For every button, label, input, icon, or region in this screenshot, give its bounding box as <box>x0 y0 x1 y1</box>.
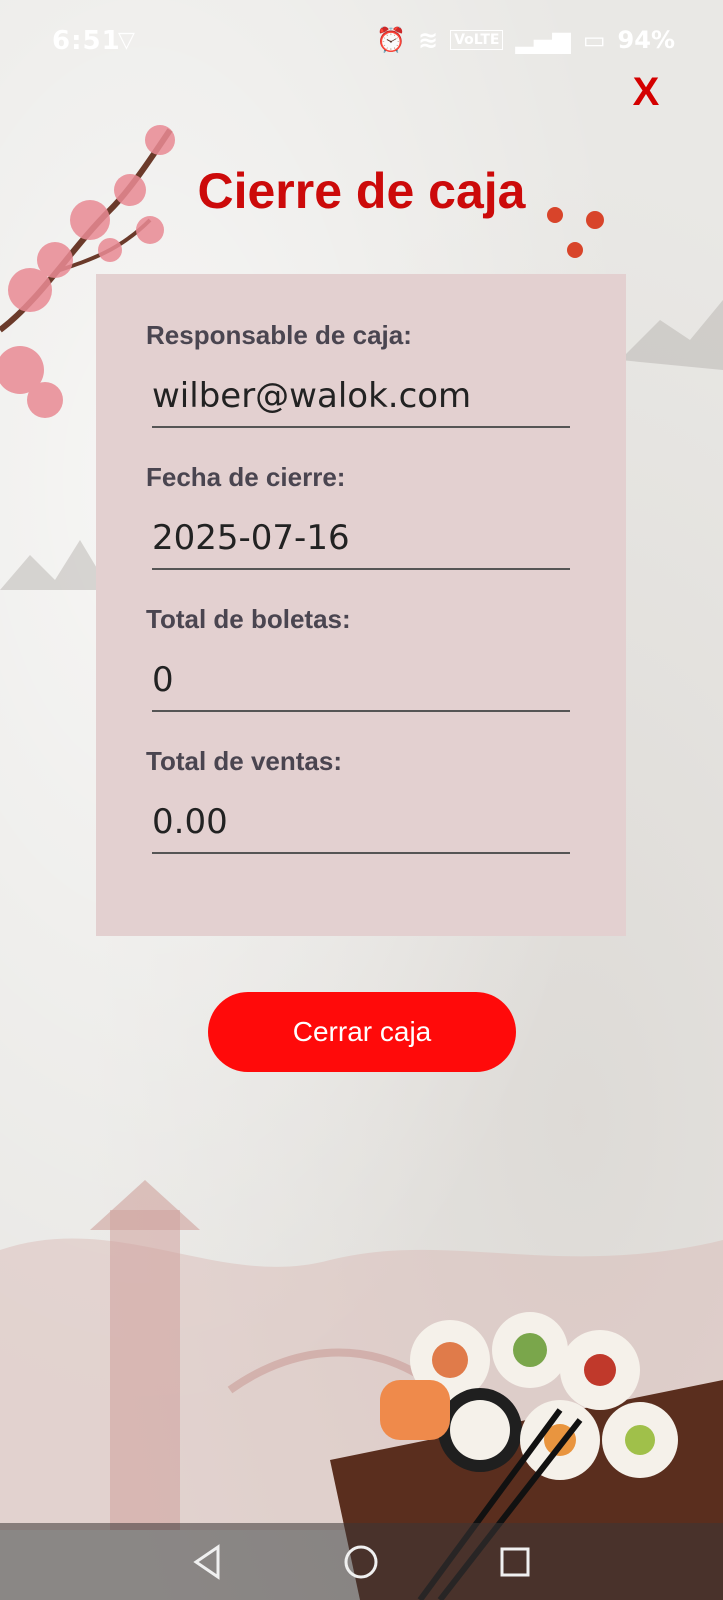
battery-percent: 94% <box>617 26 675 54</box>
home-circle-icon[interactable] <box>336 1537 386 1587</box>
closing-date-input[interactable] <box>152 508 570 570</box>
form-card: Responsable de caja: Fecha de cierre: To… <box>96 274 626 936</box>
total-sales-input[interactable] <box>152 792 570 854</box>
status-time: 6:51 <box>52 26 121 56</box>
recents-square-icon[interactable] <box>490 1537 540 1587</box>
close-register-button[interactable]: Cerrar caja <box>208 992 516 1072</box>
wifi-icon: ≋ <box>417 26 439 54</box>
navigation-bar <box>0 1523 723 1600</box>
total-receipts-input[interactable] <box>152 650 570 712</box>
vpn-icon: ▽ <box>118 28 135 53</box>
alarm-icon: ⏰ <box>376 26 406 54</box>
total-receipts-label: Total de boletas: <box>146 604 351 634</box>
responsible-input[interactable] <box>152 366 570 428</box>
total-sales-label: Total de ventas: <box>146 746 343 776</box>
closing-date-label: Fecha de cierre: <box>146 462 346 492</box>
status-bar: 6:51 ▽ ⏰ ≋ VoLTE ▂▄▆ ▭ 94% <box>0 0 723 84</box>
mountains-right-decoration <box>620 300 723 370</box>
mountains-decoration <box>0 540 110 590</box>
volte-badge: VoLTE <box>450 30 504 50</box>
back-triangle-icon[interactable] <box>182 1537 232 1587</box>
close-icon[interactable]: X <box>624 68 668 116</box>
responsible-label: Responsable de caja: <box>146 320 412 350</box>
page-title: Cierre de caja <box>197 163 526 219</box>
status-icons: ⏰ ≋ VoLTE ▂▄▆ ▭ 94% <box>376 26 675 54</box>
signal-icon: ▂▄▆ <box>515 26 571 54</box>
battery-icon: ▭ <box>582 26 606 54</box>
